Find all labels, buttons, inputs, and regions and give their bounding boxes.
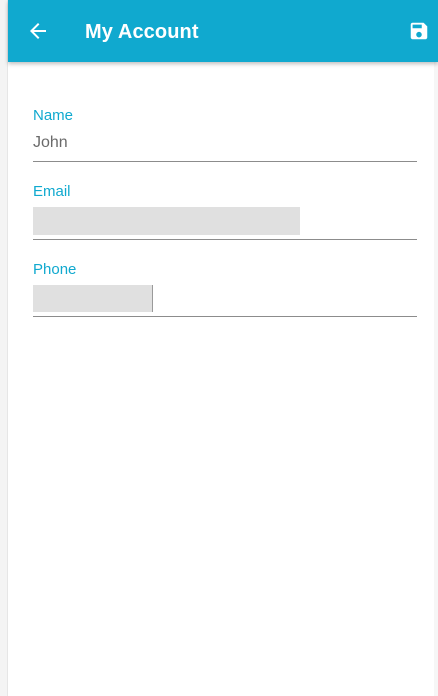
- phone-underline: [33, 316, 417, 317]
- phone-input[interactable]: [33, 285, 417, 312]
- name-field[interactable]: Name John: [33, 107, 417, 162]
- email-field[interactable]: Email: [33, 183, 417, 240]
- phone-label: Phone: [33, 261, 77, 278]
- arrow-left-icon: [30, 23, 46, 39]
- page-title: My Account: [85, 21, 199, 43]
- email-input[interactable]: [33, 207, 417, 235]
- email-underline: [33, 239, 417, 240]
- back-button[interactable]: [26, 19, 50, 43]
- name-label: Name: [33, 107, 74, 124]
- phone-field[interactable]: Phone: [33, 261, 417, 317]
- right-edge: [434, 0, 438, 696]
- account-screen: My Account Name John Email Phone: [0, 0, 438, 696]
- email-label: Email: [33, 183, 71, 200]
- left-edge: [0, 0, 8, 696]
- save-floppy-icon: [410, 22, 428, 40]
- phone-redacted-value: [33, 285, 153, 312]
- save-button[interactable]: [408, 20, 430, 42]
- email-redacted-value: [33, 207, 300, 235]
- name-underline: [33, 161, 417, 162]
- app-bar: My Account: [8, 0, 438, 62]
- name-input[interactable]: John: [33, 133, 417, 155]
